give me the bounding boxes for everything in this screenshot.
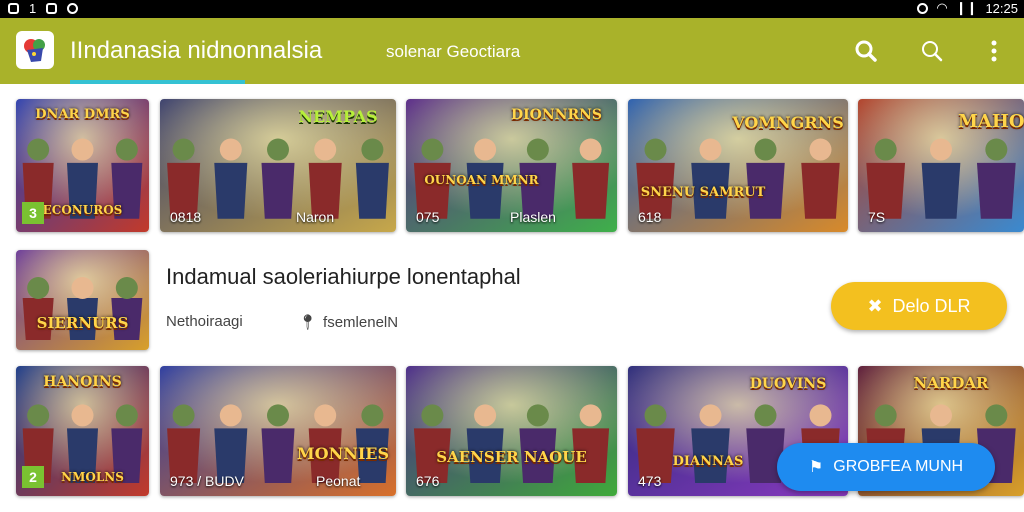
art-title-text: NEMPAS bbox=[298, 107, 378, 126]
art-title-text: NMOLNS bbox=[61, 470, 124, 484]
floating-action-button[interactable]: ⚑ GROBFEA MUNH bbox=[777, 443, 995, 491]
rank-badge: 3 bbox=[22, 202, 44, 224]
art-top-text: DNAR DMRS bbox=[35, 107, 130, 122]
tile-caption: 473 bbox=[638, 473, 662, 489]
meta-text: fsemlenelN bbox=[323, 313, 399, 331]
status-time: 12:25 bbox=[985, 0, 1018, 16]
tab-secondary[interactable]: solenar Geoctiara bbox=[386, 42, 520, 62]
tile-caption-secondary: Peonat bbox=[316, 473, 361, 489]
art-title-text: SAENSER NAOUE bbox=[436, 448, 587, 466]
tile-caption: 0818 bbox=[170, 209, 202, 225]
search-outline-icon[interactable] bbox=[918, 37, 946, 65]
alarm-icon bbox=[917, 2, 929, 14]
game-art bbox=[16, 250, 149, 350]
tile-caption: 676 bbox=[416, 473, 440, 489]
art-title-text: SNENU SAMRUT bbox=[640, 185, 766, 200]
tile-caption: 618 bbox=[638, 209, 662, 225]
game-tile[interactable]: VOMNGRNS SNENU SAMRUT 618 bbox=[628, 99, 848, 232]
flag-icon: ⚑ bbox=[808, 459, 824, 476]
app-logo-icon bbox=[24, 39, 45, 62]
app-title: IIndanasia nidnonnalsia bbox=[70, 37, 323, 64]
notification-icon bbox=[8, 3, 19, 14]
wifi-icon: ◠ bbox=[936, 0, 948, 15]
tab-indicator bbox=[70, 80, 245, 84]
game-tile[interactable]: DNAR DMRS ECONUROS 3 bbox=[16, 99, 149, 232]
art-top-text: DUOVINS bbox=[749, 376, 827, 392]
game-tile[interactable]: DIONNRNS OUNOAN MMNR 075 Plaslen bbox=[406, 99, 617, 232]
tile-caption: 7S bbox=[868, 209, 886, 225]
game-tile[interactable]: SAENSER NAOUE 676 bbox=[406, 366, 617, 496]
tile-caption-secondary: Naron bbox=[296, 209, 335, 225]
app-logo[interactable] bbox=[16, 31, 54, 69]
status-number: 1 bbox=[29, 1, 37, 16]
art-title-text: SIERNURS bbox=[36, 314, 129, 332]
app-bar: IIndanasia nidnonnalsia solenar Geoctiar… bbox=[0, 18, 1024, 84]
meta-text: Nethoiraagi bbox=[166, 313, 243, 330]
art-title-text: MAHO bbox=[958, 111, 1024, 132]
demo-button-label: Delo DLR bbox=[892, 295, 971, 316]
feature-meta-publisher: Nethoiraagi bbox=[166, 313, 243, 330]
game-tile[interactable]: NEMPAS 0818 Naron bbox=[160, 99, 396, 232]
art-title-text: NARDAR bbox=[913, 374, 989, 392]
more-vert-icon[interactable] bbox=[980, 37, 1008, 65]
app-icon bbox=[67, 3, 79, 14]
tools-icon: ✖ bbox=[867, 295, 883, 316]
game-tile[interactable]: HANOINS NMOLNS 2 bbox=[16, 366, 149, 496]
status-bar: 1 ◠ ❙❙ 12:25 bbox=[0, 0, 1024, 18]
art-title-text: OUNOAN MMNR bbox=[424, 173, 539, 187]
fab-label: GROBFEA MUNH bbox=[833, 458, 964, 475]
art-top-text: DIONNRNS bbox=[510, 107, 603, 123]
game-tile[interactable]: MONNIES 973 / BUDV Peonat bbox=[160, 366, 396, 496]
pin-icon: 📍︎ bbox=[298, 314, 318, 331]
rank-badge: 2 bbox=[22, 466, 44, 488]
feature-thumbnail[interactable]: SIERNURS bbox=[16, 250, 149, 350]
image-icon bbox=[46, 3, 58, 14]
feature-title[interactable]: Indamual saoleriahiurpe lonentaphal bbox=[166, 264, 521, 290]
tile-caption: 075 bbox=[416, 209, 440, 225]
art-top-text: VOMNGRNS bbox=[732, 113, 844, 132]
tile-caption: 973 / BUDV bbox=[170, 473, 244, 489]
tile-caption-secondary: Plaslen bbox=[510, 209, 556, 225]
feature-meta-location: 📍︎ fsemlenelN bbox=[298, 313, 399, 332]
search-icon[interactable] bbox=[852, 37, 880, 65]
art-title-text: MONNIES bbox=[296, 444, 390, 463]
demo-button[interactable]: ✖ Delo DLR bbox=[831, 282, 1007, 330]
signal-icon: ❙❙ bbox=[955, 0, 978, 15]
game-tile[interactable]: MAHO 7S bbox=[858, 99, 1024, 232]
art-top-text: HANOINS bbox=[43, 374, 122, 390]
